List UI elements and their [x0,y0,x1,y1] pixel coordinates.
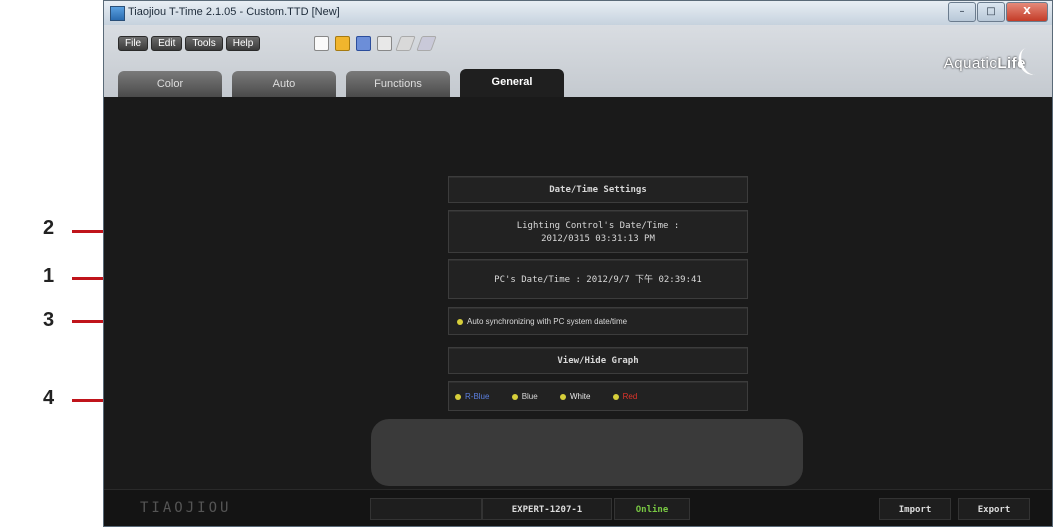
rblue-toggle-icon [455,393,461,400]
window-controls: – □ X [948,2,1048,22]
view-hide-graph-header: View/Hide Graph [448,347,748,374]
datetime-settings-header: Date/Time Settings [448,176,748,203]
legend-blue[interactable]: Blue [510,382,538,412]
tab-color[interactable]: Color [118,71,222,97]
lighting-control-datetime: Lighting Control's Date/Time : 2012/0315… [448,210,748,253]
close-button[interactable]: X [1006,2,1048,22]
export-button[interactable]: Export [958,498,1030,520]
red-toggle-icon [612,393,619,400]
tab-general[interactable]: General [460,69,564,97]
legend-white[interactable]: White [558,382,590,412]
minimize-button[interactable]: – [948,2,976,22]
maximize-button[interactable]: □ [977,2,1005,22]
tab-functions[interactable]: Functions [346,71,450,97]
save-icon[interactable] [356,36,371,51]
aquatic-life-logo: AquaticLife [944,55,1026,72]
tiaojiou-brand-logo: TIAOJIOU [140,500,232,516]
pc-datetime: PC's Date/Time : 2012/9/7 下午 02:39:41 [448,259,748,299]
auto-sync-indicator-icon[interactable] [457,318,463,325]
menu-bar: File Edit Tools Help [118,36,261,51]
graph-legend: R-Blue Blue White Red [448,381,748,411]
tab-auto[interactable]: Auto [232,71,336,97]
white-toggle-icon [559,393,566,400]
callout-4: 4 [43,387,55,409]
status-message-box [371,419,803,486]
legend-red-label: Red [622,392,638,401]
open-folder-icon[interactable] [335,36,350,51]
app-icon [110,6,125,21]
logo-mark-icon [1014,43,1047,79]
legend-red[interactable]: Red [611,382,638,412]
callout-3: 3 [43,309,55,331]
app-header: File Edit Tools Help AquaticLife Color A… [104,25,1052,97]
auto-sync-option[interactable]: Auto synchronizing with PC system date/t… [448,307,748,335]
pen-icon[interactable] [395,36,416,51]
logo-text-pre: Aquatic [943,55,998,72]
menu-help[interactable]: Help [225,36,261,51]
wand-icon[interactable] [416,36,437,51]
import-button[interactable]: Import [879,498,951,520]
menu-tools[interactable]: Tools [185,36,223,51]
blue-toggle-icon [511,393,518,400]
auto-sync-label: Auto synchronizing with PC system date/t… [467,317,628,326]
lc-datetime-value: 2012/0315 03:31:13 PM [541,234,655,244]
device-model: EXPERT-1207-1 [482,498,612,520]
device-selector[interactable] [370,498,482,520]
menu-edit[interactable]: Edit [151,36,183,51]
window-title: Tiaojiou T-Time 2.1.05 - Custom.TTD [New… [128,6,340,18]
connection-status-badge: Online [614,498,690,520]
callout-1: 1 [43,265,55,287]
title-bar[interactable]: Tiaojiou T-Time 2.1.05 - Custom.TTD [New… [104,1,1052,26]
eraser-icon[interactable] [377,36,392,51]
legend-white-label: White [569,392,591,401]
new-file-icon[interactable] [314,36,329,51]
lc-datetime-label: Lighting Control's Date/Time : [516,221,680,231]
app-window: Tiaojiou T-Time 2.1.05 - Custom.TTD [New… [103,0,1053,527]
legend-rblue[interactable]: R-Blue [453,382,489,412]
legend-blue-label: Blue [521,392,538,401]
legend-rblue-label: R-Blue [465,392,490,401]
toolbar [314,36,437,51]
callout-2: 2 [43,217,55,239]
footer-bar: TIAOJIOU EXPERT-1207-1 Online Import Exp… [104,489,1052,526]
tab-bar: Color Auto Functions General [118,69,564,97]
menu-file[interactable]: File [118,36,149,51]
